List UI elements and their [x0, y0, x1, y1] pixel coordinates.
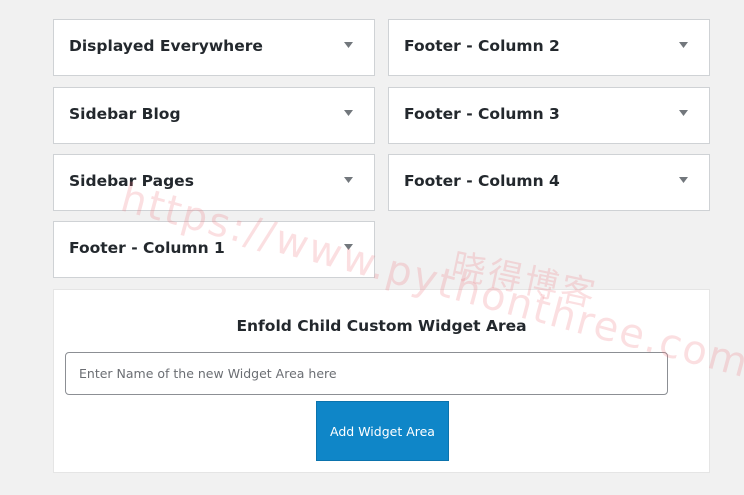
widget-area-title: Footer - Column 4	[404, 172, 560, 190]
toggle-arrow-icon[interactable]	[677, 175, 689, 185]
widget-area-footer-column-3[interactable]: Footer - Column 3	[388, 87, 710, 144]
toggle-arrow-icon[interactable]	[342, 242, 354, 252]
widget-area-sidebar-blog[interactable]: Sidebar Blog	[53, 87, 375, 144]
add-widget-area-button[interactable]: Add Widget Area	[316, 401, 449, 461]
toggle-arrow-icon[interactable]	[342, 175, 354, 185]
toggle-arrow-icon[interactable]	[677, 40, 689, 50]
custom-widget-area-heading: Enfold Child Custom Widget Area	[236, 317, 527, 335]
widget-area-sidebar-pages[interactable]: Sidebar Pages	[53, 154, 375, 211]
widget-area-name-input[interactable]	[65, 352, 668, 395]
widget-area-title: Sidebar Pages	[69, 172, 194, 190]
custom-widget-area-panel: Enfold Child Custom Widget Area Add Widg…	[53, 289, 710, 473]
widget-area-title: Footer - Column 3	[404, 105, 560, 123]
widget-area-footer-column-4[interactable]: Footer - Column 4	[388, 154, 710, 211]
toggle-arrow-icon[interactable]	[342, 108, 354, 118]
toggle-arrow-icon[interactable]	[677, 108, 689, 118]
widget-area-title: Sidebar Blog	[69, 105, 181, 123]
widget-area-title: Displayed Everywhere	[69, 37, 263, 55]
widget-area-title: Footer - Column 1	[69, 239, 225, 257]
toggle-arrow-icon[interactable]	[342, 40, 354, 50]
widget-area-displayed-everywhere[interactable]: Displayed Everywhere	[53, 19, 375, 76]
widget-area-footer-column-1[interactable]: Footer - Column 1	[53, 221, 375, 278]
widget-area-title: Footer - Column 2	[404, 37, 560, 55]
widget-area-footer-column-2[interactable]: Footer - Column 2	[388, 19, 710, 76]
